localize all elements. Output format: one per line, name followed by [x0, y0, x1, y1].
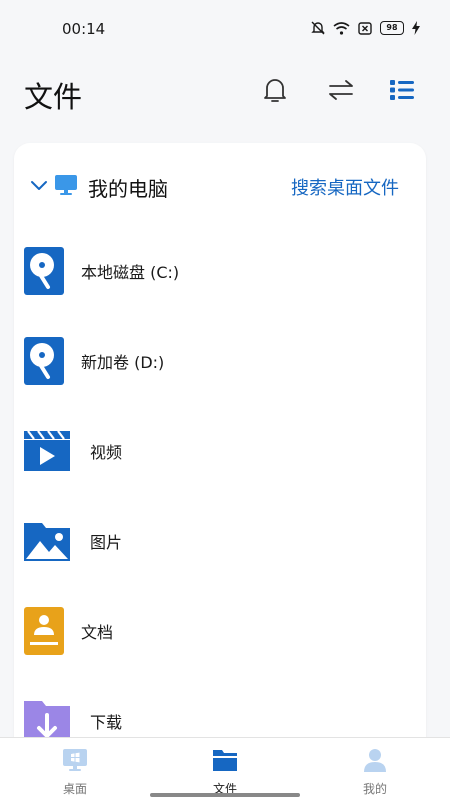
desktop-icon	[62, 747, 88, 773]
status-icons: 98	[311, 21, 420, 35]
folder-icon	[212, 747, 238, 773]
search-desktop-files-link[interactable]: 搜索桌面文件	[291, 174, 399, 200]
list-item-d-drive[interactable]: 新加卷 (D:)	[14, 319, 426, 409]
list-view-icon[interactable]	[386, 74, 418, 106]
bottom-nav: 桌面 文件 我的	[0, 737, 450, 800]
charging-icon	[412, 21, 420, 35]
header: 文件	[0, 60, 450, 122]
wifi-icon	[333, 21, 350, 35]
mute-bell-icon	[311, 21, 325, 35]
card-header[interactable]: 我的电脑 搜索桌面文件	[14, 143, 426, 229]
list-item-pictures[interactable]: 图片	[14, 499, 426, 589]
user-icon	[362, 747, 388, 773]
nav-profile[interactable]: 我的	[330, 738, 420, 800]
home-indicator[interactable]	[150, 793, 300, 797]
nav-label: 桌面	[62, 782, 87, 796]
sim-icon	[358, 21, 372, 35]
my-computer-card: 我的电脑 搜索桌面文件 本地磁盘 (C:) 新加卷 (D:) 视频 图片 文档	[14, 143, 426, 783]
battery-indicator: 98	[380, 21, 404, 35]
video-folder-icon	[22, 425, 74, 477]
notification-bell-icon[interactable]	[259, 74, 291, 106]
item-label: 文档	[81, 623, 114, 642]
list-item-videos[interactable]: 视频	[14, 409, 426, 499]
item-label: 新加卷 (D:)	[81, 353, 165, 372]
chevron-down-icon[interactable]	[30, 177, 48, 196]
item-label: 本地磁盘 (C:)	[81, 263, 180, 282]
status-bar: 00:14 98	[0, 0, 450, 60]
disk-icon	[22, 335, 74, 387]
item-label: 下载	[90, 713, 123, 732]
disk-icon	[22, 245, 74, 297]
item-label: 图片	[90, 533, 123, 552]
nav-files[interactable]: 文件	[180, 738, 270, 800]
list-item-c-drive[interactable]: 本地磁盘 (C:)	[14, 229, 426, 319]
status-time: 00:14	[62, 20, 106, 38]
image-folder-icon	[22, 515, 74, 567]
document-icon	[22, 605, 74, 657]
nav-label: 我的	[362, 782, 387, 796]
transfer-icon[interactable]	[325, 74, 357, 106]
computer-icon	[54, 174, 78, 200]
nav-desktop[interactable]: 桌面	[30, 738, 120, 800]
card-title: 我的电脑	[88, 177, 168, 201]
page-title: 文件	[24, 80, 83, 114]
list-item-documents[interactable]: 文档	[14, 589, 426, 679]
item-label: 视频	[90, 443, 123, 462]
